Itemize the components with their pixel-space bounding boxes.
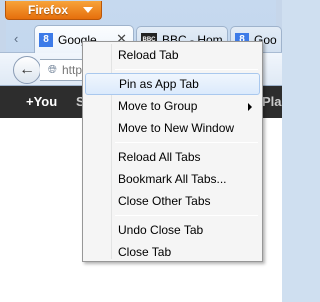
dropdown-arrow-icon <box>83 7 93 13</box>
back-arrow-icon[interactable]: ← <box>13 56 41 84</box>
menu-item-close-tab[interactable]: Close Tab <box>85 241 260 263</box>
menu-item-bookmark-all-tabs[interactable]: Bookmark All Tabs... <box>85 168 260 190</box>
menu-separator <box>115 215 258 216</box>
browser-window: Firefox ‹ 8 Google ✕ BBC BBC - Hom 8 Goo… <box>0 0 282 302</box>
menu-separator <box>115 69 258 70</box>
menu-item-undo-close-tab[interactable]: Undo Close Tab <box>85 219 260 241</box>
menu-item-reload-tab[interactable]: Reload Tab <box>85 44 260 66</box>
google-bar-play[interactable]: Pla <box>262 94 282 109</box>
menu-item-close-other-tabs[interactable]: Close Other Tabs <box>85 190 260 212</box>
url-text: http <box>62 63 83 77</box>
menu-item-move-to-group[interactable]: Move to Group <box>85 95 260 117</box>
google-favicon-icon: 8 <box>39 32 53 47</box>
menu-item-pin-as-app-tab[interactable]: Pin as App Tab <box>85 73 260 95</box>
tab-context-menu: Reload Tab Pin as App Tab Move to Group … <box>82 41 263 262</box>
google-bar-plus-you[interactable]: +You <box>26 94 57 109</box>
firefox-menu-button[interactable]: Firefox <box>5 1 102 20</box>
firefox-button-label: Firefox <box>28 3 69 17</box>
scroll-tabs-left-icon[interactable]: ‹ <box>14 32 24 46</box>
menu-item-move-to-new-window[interactable]: Move to New Window <box>85 117 260 139</box>
menu-item-reload-all-tabs[interactable]: Reload All Tabs <box>85 146 260 168</box>
globe-icon: 🌐︎ <box>48 64 57 76</box>
submenu-arrow-icon <box>248 103 252 111</box>
menu-separator <box>115 142 258 143</box>
